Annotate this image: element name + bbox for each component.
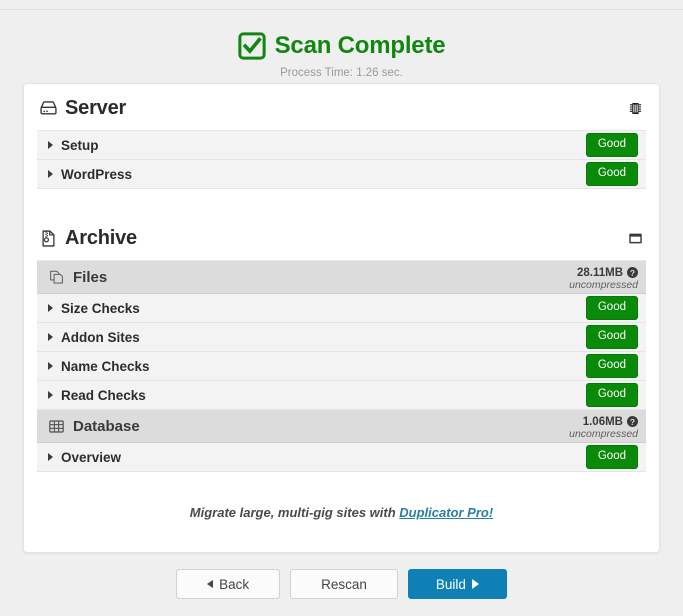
help-circle-icon[interactable]: ? [627, 416, 638, 427]
build-button[interactable]: Build [408, 569, 507, 599]
group-size-note: uncompressed [569, 429, 638, 440]
scan-status-header: Scan Complete Process Time: 1.26 sec. [0, 32, 683, 79]
check-row-label: Name Checks [61, 359, 150, 374]
group-size: 28.11MB ? [577, 267, 638, 279]
promo-text-lead: Migrate large, multi-gig sites with [190, 505, 399, 520]
status-badge: Good [586, 354, 638, 379]
group-label-database: Database [73, 418, 140, 435]
triangle-right-icon [472, 579, 479, 589]
process-time-text: Process Time: 1.26 sec. [0, 67, 683, 79]
rescan-button-label: Rescan [321, 577, 367, 592]
copy-files-icon [48, 269, 65, 286]
group-size-value: 1.06MB [583, 416, 623, 428]
section-title-archive: Archive [65, 227, 137, 250]
status-badge: Good [586, 162, 638, 187]
memory-chip-icon[interactable] [627, 100, 644, 117]
section-header-archive: Archive [37, 217, 646, 261]
check-row-wordpress[interactable]: WordPress Good [37, 160, 646, 189]
back-button-label: Back [219, 577, 249, 592]
check-row-label: Read Checks [61, 388, 146, 403]
status-badge: Good [586, 296, 638, 321]
triangle-left-icon [207, 580, 213, 588]
chevron-right-icon [48, 170, 53, 178]
window-maximize-icon[interactable] [627, 230, 644, 247]
chevron-right-icon [48, 391, 53, 399]
group-size-value: 28.11MB [577, 267, 623, 279]
help-circle-icon[interactable]: ? [627, 267, 638, 278]
chevron-right-icon [48, 333, 53, 341]
group-row-files[interactable]: Files 28.11MB ? uncompressed [37, 261, 646, 294]
check-row-setup[interactable]: Setup Good [37, 131, 646, 160]
status-badge: Good [586, 325, 638, 350]
status-title-row: Scan Complete [0, 32, 683, 60]
chevron-right-icon [48, 141, 53, 149]
chevron-right-icon [48, 304, 53, 312]
check-row-addon-sites[interactable]: Addon Sites Good [37, 323, 646, 352]
group-size-note: uncompressed [569, 280, 638, 291]
rescan-button[interactable]: Rescan [290, 569, 398, 599]
check-row-label: Size Checks [61, 301, 140, 316]
check-square-icon [238, 32, 266, 60]
check-row-label: WordPress [61, 167, 132, 182]
back-button[interactable]: Back [176, 569, 280, 599]
top-divider [0, 9, 683, 10]
check-row-label: Setup [61, 138, 99, 153]
group-label-files: Files [73, 269, 107, 286]
build-button-label: Build [436, 577, 466, 592]
group-row-database[interactable]: Database 1.06MB ? uncompressed [37, 410, 646, 443]
chevron-right-icon [48, 453, 53, 461]
check-row-overview[interactable]: Overview Good [37, 443, 646, 472]
footer-actions: Back Rescan Build [0, 569, 683, 599]
status-badge: Good [586, 445, 638, 470]
section-title-server: Server [65, 97, 126, 120]
server-icon [39, 99, 58, 118]
scan-results-page: Scan Complete Process Time: 1.26 sec. Se… [0, 0, 683, 616]
check-row-label: Overview [61, 450, 121, 465]
chevron-right-icon [48, 362, 53, 370]
file-archive-icon [39, 229, 58, 248]
group-size: 1.06MB ? [583, 416, 638, 428]
page-title: Scan Complete [275, 34, 446, 58]
results-card: Server [23, 83, 660, 553]
check-row-size-checks[interactable]: Size Checks Good [37, 294, 646, 323]
duplicator-pro-link[interactable]: Duplicator Pro! [399, 505, 493, 520]
promo-text: Migrate large, multi-gig sites with Dupl… [37, 505, 646, 520]
status-badge: Good [586, 383, 638, 408]
check-row-read-checks[interactable]: Read Checks Good [37, 381, 646, 410]
database-table-icon [48, 418, 65, 435]
check-row-label: Addon Sites [61, 330, 140, 345]
group-meta-database: 1.06MB ? uncompressed [569, 412, 638, 441]
group-meta-files: 28.11MB ? uncompressed [569, 263, 638, 292]
check-row-name-checks[interactable]: Name Checks Good [37, 352, 646, 381]
status-badge: Good [586, 133, 638, 158]
section-header-server: Server [37, 87, 646, 131]
